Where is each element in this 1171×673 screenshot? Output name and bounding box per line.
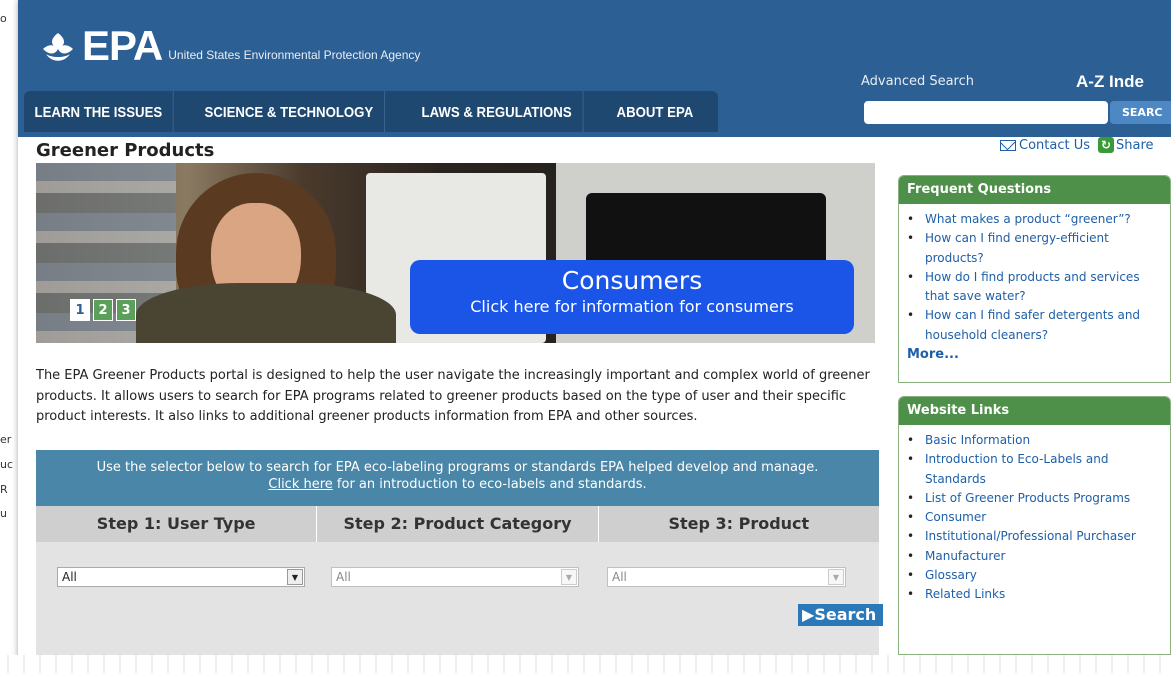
frequent-questions-heading: Frequent Questions [899, 176, 1170, 204]
program-selector: Use the selector below to search for EPA… [36, 450, 883, 655]
website-link-item[interactable]: Consumer [907, 508, 1162, 528]
website-links-heading: Website Links [899, 397, 1170, 425]
frequent-questions-list: What makes a product “greener”? How can … [899, 204, 1170, 345]
consumers-callout[interactable]: Consumers Click here for information for… [410, 260, 854, 334]
faq-item[interactable]: How do I find products and services that… [907, 268, 1162, 307]
website-links-panel: Website Links Basic Information Introduc… [898, 396, 1171, 655]
carousel-slide-1[interactable]: 1 [70, 299, 90, 321]
page-title: Greener Products [36, 140, 215, 161]
selector-steps: Step 1: User Type Step 2: Product Catego… [36, 506, 879, 542]
mail-icon[interactable] [1000, 139, 1016, 151]
intro-paragraph: The EPA Greener Products portal is desig… [36, 368, 870, 424]
frequent-questions-panel: Frequent Questions What makes a product … [898, 175, 1171, 383]
hero-photo-body [136, 283, 396, 343]
faq-item[interactable]: What makes a product “greener”? [907, 210, 1162, 230]
consumers-title: Consumers [561, 266, 703, 295]
selector-search-button[interactable]: ▶Search [798, 604, 883, 626]
logo-text: EPA [82, 22, 163, 69]
selector-search-label: Search [814, 605, 877, 624]
hero-carousel[interactable]: 1 2 3 Consumers Click here for informati… [36, 163, 875, 343]
share-icon[interactable]: ↻ [1098, 137, 1114, 153]
website-link-item[interactable]: Manufacturer [907, 547, 1162, 567]
user-type-select[interactable]: All ▼ [57, 567, 305, 587]
website-link-item[interactable]: Glossary [907, 566, 1162, 586]
carousel-pager: 1 2 3 [70, 299, 136, 321]
search-input[interactable] [864, 101, 1108, 124]
website-link-item[interactable]: Basic Information [907, 431, 1162, 451]
website-link-item[interactable]: Related Links [907, 585, 1162, 605]
play-arrow-icon: ▶ [802, 605, 815, 624]
website-links-list: Basic Information Introduction to Eco-La… [899, 425, 1170, 605]
chevron-down-icon[interactable]: ▼ [287, 569, 303, 585]
product-category-select[interactable]: All ▼ [331, 567, 579, 587]
epa-flower-icon [43, 33, 73, 61]
nav-laws-regulations[interactable]: LAWS & REGULATIONS [411, 91, 583, 132]
epa-logo[interactable]: EPA United States Environmental Protecti… [40, 22, 421, 69]
step-product: Step 3: Product [668, 514, 810, 533]
site-header: EPA United States Environmental Protecti… [18, 0, 1171, 137]
edge-text: er [0, 433, 12, 446]
advanced-search-link[interactable]: Advanced Search [861, 74, 974, 89]
edge-text: o [0, 12, 7, 25]
nav-learn-the-issues[interactable]: LEARN THE ISSUES [24, 91, 174, 132]
share-link[interactable]: Share [1116, 138, 1154, 153]
website-link-item[interactable]: Institutional/Professional Purchaser [907, 527, 1162, 547]
carousel-slide-3[interactable]: 3 [116, 299, 136, 321]
nav-about-epa[interactable]: ABOUT EPA [606, 91, 704, 132]
product-value: All [612, 570, 627, 584]
edge-text: R [0, 483, 8, 496]
step-user-type: Step 1: User Type [36, 506, 318, 542]
user-type-value: All [62, 570, 77, 584]
selector-instructions: Use the selector below to search for EPA… [96, 460, 819, 475]
chevron-down-icon[interactable]: ▼ [828, 569, 844, 585]
selector-instructions-line2: Click here for an introduction to eco-la… [36, 476, 879, 493]
chevron-down-icon[interactable]: ▼ [561, 569, 577, 585]
product-category-value: All [336, 570, 351, 584]
faq-item[interactable]: How can I find energy-efficient products… [907, 229, 1162, 268]
website-link-item[interactable]: Introduction to Eco-Labels and Standards [907, 450, 1162, 489]
contact-us-link[interactable]: Contact Us [1019, 138, 1090, 153]
step-product-category: Step 2: Product Category [317, 506, 599, 542]
nav-science-technology[interactable]: SCIENCE & TECHNOLOGY [194, 91, 385, 132]
product-select[interactable]: All ▼ [607, 567, 846, 587]
edge-text: uc [0, 458, 14, 471]
left-background: o er uc R u [0, 0, 18, 673]
consumers-subtitle: Click here for information for consumers [470, 297, 794, 316]
faq-item[interactable]: How can I find safer detergents and hous… [907, 306, 1162, 345]
agency-name: United States Environmental Protection A… [168, 48, 421, 62]
eco-labels-intro-link[interactable]: Click here [268, 477, 332, 492]
faq-more-link[interactable]: More... [899, 345, 1170, 370]
website-link-item[interactable]: List of Greener Products Programs [907, 489, 1162, 509]
browser-page: EPA United States Environmental Protecti… [18, 0, 1171, 660]
torn-edge-decoration [0, 655, 1171, 673]
edge-text: u [0, 507, 7, 520]
selector-banner: Use the selector below to search for EPA… [36, 450, 879, 506]
az-index-link[interactable]: A-Z Inde [1076, 72, 1144, 92]
main-nav: LEARN THE ISSUES SCIENCE & TECHNOLOGY LA… [24, 91, 718, 132]
contact-share-bar: Contact Us ↻ Share [1000, 137, 1154, 153]
carousel-slide-2[interactable]: 2 [93, 299, 113, 321]
selector-instructions-rest: for an introduction to eco-labels and st… [332, 477, 647, 492]
search-button[interactable]: SEARC [1110, 101, 1171, 124]
